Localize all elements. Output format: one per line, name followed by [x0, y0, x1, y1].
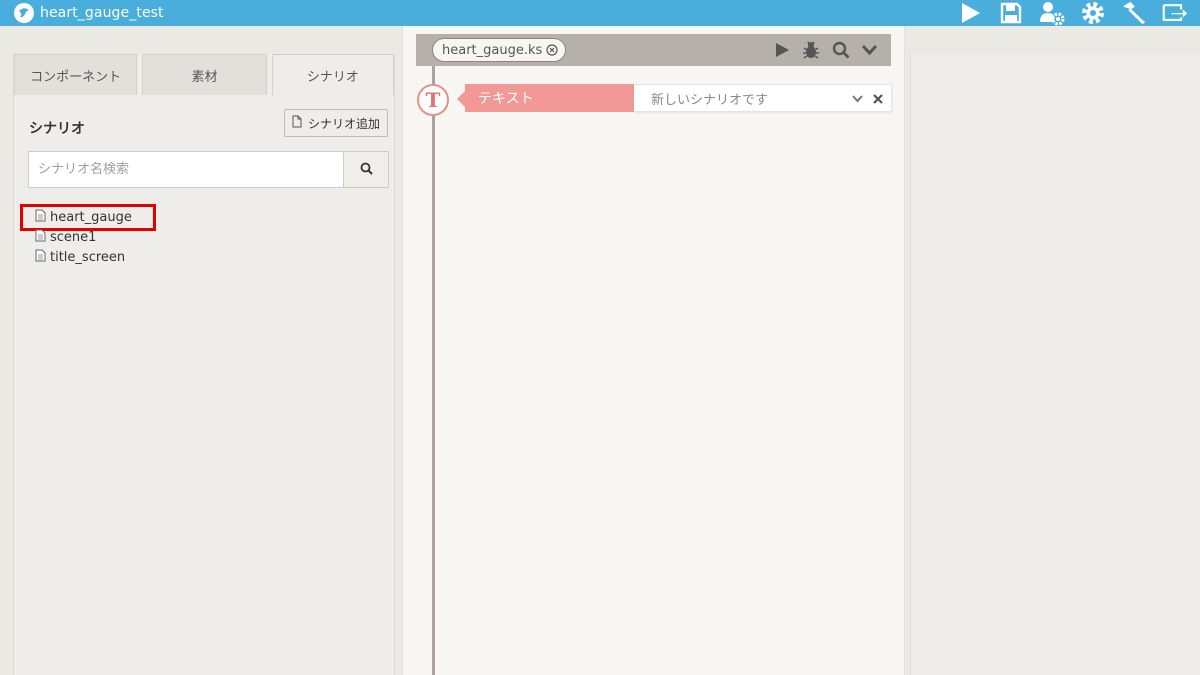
title-bar: heart_gauge_test: [0, 0, 1200, 26]
tag-content-text: 新しいシナリオです: [651, 92, 769, 108]
tab-components[interactable]: コンポーネント: [14, 54, 138, 95]
scenario-editor: heart_gauge.ks T テキスト 新しいシナリオです: [402, 26, 905, 675]
play-icon[interactable]: [957, 0, 983, 26]
chevron-down-icon[interactable]: [861, 44, 878, 56]
run-icon[interactable]: [774, 42, 790, 58]
text-tag-icon: T: [417, 84, 449, 116]
file-tab[interactable]: heart_gauge.ks: [432, 38, 567, 62]
debug-bug-icon[interactable]: [801, 40, 821, 60]
app-logo-icon: [13, 2, 35, 24]
file-item-heart-gauge[interactable]: heart_gauge: [35, 207, 132, 227]
tab-assets[interactable]: 素材: [142, 54, 267, 95]
add-scenario-button[interactable]: シナリオ追加: [284, 109, 388, 137]
search-icon: [360, 160, 373, 179]
file-item-title-screen[interactable]: title_screen: [35, 247, 132, 267]
file-icon: [35, 229, 46, 246]
search-button[interactable]: [343, 151, 389, 188]
hammer-icon[interactable]: [1121, 0, 1147, 26]
right-panel: [910, 54, 1200, 675]
panel-tabs: コンポーネント 素材 シナリオ: [14, 54, 394, 95]
scenario-header: シナリオ シナリオ追加: [14, 95, 394, 150]
document-icon: [292, 115, 302, 131]
tab-scenario[interactable]: シナリオ: [271, 54, 394, 95]
user-settings-icon[interactable]: [1039, 0, 1065, 26]
export-icon[interactable]: [1162, 0, 1188, 26]
delete-icon[interactable]: [873, 94, 883, 104]
tag-type-label[interactable]: テキスト: [465, 84, 634, 112]
add-scenario-label: シナリオ追加: [307, 116, 380, 131]
file-name: scene1: [50, 229, 97, 245]
scenario-search: [28, 151, 389, 188]
tag-content[interactable]: 新しいシナリオです: [634, 84, 892, 112]
file-item-scene1[interactable]: scene1: [35, 227, 132, 247]
save-icon[interactable]: [998, 0, 1024, 26]
left-panel: コンポーネント 素材 シナリオ シナリオ シナリオ追加 シナリオ名検索 hear…: [13, 54, 395, 675]
tag-pointer: [457, 91, 465, 107]
file-name: title_screen: [50, 249, 126, 265]
close-tab-icon[interactable]: [546, 44, 558, 56]
search-icon[interactable]: [832, 41, 850, 59]
timeline-line: [432, 66, 435, 675]
file-icon: [35, 249, 46, 266]
file-name: heart_gauge: [50, 209, 132, 225]
expand-chevron-icon[interactable]: [852, 95, 863, 103]
scenario-search-input[interactable]: [28, 151, 343, 188]
editor-toolbar: heart_gauge.ks: [416, 34, 891, 66]
file-tab-label: heart_gauge.ks: [442, 42, 543, 58]
app-title: heart_gauge_test: [40, 5, 164, 21]
scenario-file-list: heart_gauge scene1 title_screen: [35, 207, 132, 267]
file-icon: [35, 209, 46, 226]
panel-title: シナリオ: [29, 121, 85, 137]
gear-icon[interactable]: [1080, 0, 1106, 26]
